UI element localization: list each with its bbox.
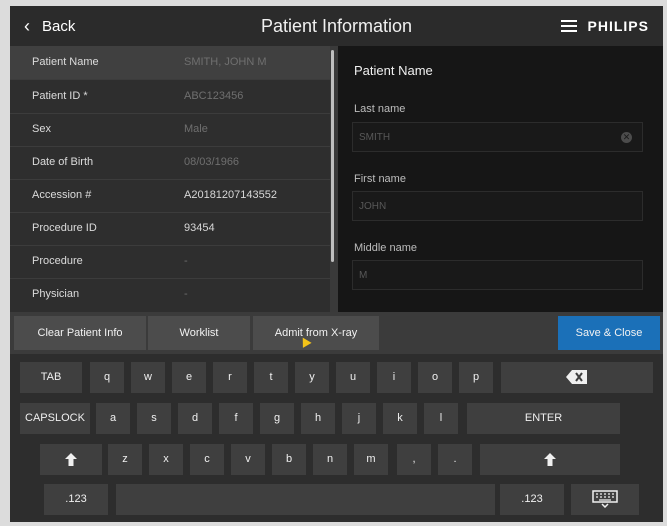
last-name-value: SMITH	[359, 132, 391, 143]
list-item-patient-id[interactable]: Patient ID * ABC123456	[10, 80, 330, 114]
list-item-sex[interactable]: Sex Male	[10, 113, 330, 147]
first-name-field[interactable]: JOHN	[352, 191, 643, 221]
hide-keyboard-key[interactable]	[571, 484, 639, 515]
last-name-label: Last name	[354, 103, 406, 115]
key-j[interactable]: j	[342, 403, 376, 434]
list-item-physician[interactable]: Physician -	[10, 278, 330, 311]
save-close-button[interactable]: Save & Close	[558, 316, 660, 350]
brand-logo: PHILIPS	[587, 18, 649, 34]
field-value: A20181207143552	[184, 189, 277, 201]
shift-icon	[544, 452, 556, 466]
form-title: Patient Name	[354, 63, 433, 78]
clear-field-icon[interactable]: ✕	[621, 132, 632, 143]
field-label: Patient ID *	[32, 90, 88, 102]
action-bar: Clear Patient Info Worklist Admit from X…	[10, 312, 663, 354]
first-name-value: JOHN	[359, 201, 387, 212]
key-m[interactable]: m	[354, 444, 388, 475]
field-label: Accession #	[32, 189, 92, 201]
key-enter[interactable]: ENTER	[467, 403, 620, 434]
app-screen: ‹ Back Patient Information PHILIPS Patie…	[10, 6, 663, 522]
key-x[interactable]: x	[149, 444, 183, 475]
key-r[interactable]: r	[213, 362, 247, 393]
key-comma[interactable]: ,	[397, 444, 431, 475]
clear-patient-info-button[interactable]: Clear Patient Info	[14, 316, 146, 350]
key-f[interactable]: f	[219, 403, 253, 434]
key-u[interactable]: u	[336, 362, 370, 393]
key-n[interactable]: n	[313, 444, 347, 475]
key-p[interactable]: p	[459, 362, 493, 393]
patient-name-form: Patient Name Last name SMITH ✕ First nam…	[338, 46, 663, 312]
last-name-field[interactable]: SMITH ✕	[352, 122, 643, 152]
field-label: Date of Birth	[32, 156, 94, 168]
field-value: 08/03/1966	[184, 156, 240, 168]
field-label: Procedure	[32, 255, 83, 267]
middle-name-value: M	[359, 270, 368, 281]
key-e[interactable]: e	[172, 362, 206, 393]
header-bar: ‹ Back Patient Information PHILIPS	[10, 6, 663, 46]
key-capslock[interactable]: CAPSLOCK	[20, 403, 90, 434]
middle-name-label: Middle name	[354, 242, 417, 254]
shift-key-left[interactable]	[40, 444, 102, 475]
field-value: ABC123456	[184, 90, 244, 102]
field-value: -	[184, 288, 188, 300]
list-scrollbar[interactable]	[331, 50, 334, 262]
field-value: Male	[184, 123, 208, 135]
backspace-icon	[566, 370, 587, 385]
list-item-accession[interactable]: Accession # A20181207143552	[10, 179, 330, 213]
list-item-procedure-id[interactable]: Procedure ID 93454	[10, 212, 330, 246]
shift-key-right[interactable]	[480, 444, 620, 475]
key-w[interactable]: w	[131, 362, 165, 393]
numbers-key-right[interactable]: .123	[500, 484, 564, 515]
key-y[interactable]: y	[295, 362, 329, 393]
key-o[interactable]: o	[418, 362, 452, 393]
list-item-date-of-birth[interactable]: Date of Birth 08/03/1966	[10, 146, 330, 180]
key-g[interactable]: g	[260, 403, 294, 434]
key-a[interactable]: a	[96, 403, 130, 434]
middle-name-field[interactable]: M	[352, 260, 643, 290]
field-value: SMITH, JOHN M	[184, 56, 267, 68]
spacebar[interactable]	[116, 484, 495, 515]
key-h[interactable]: h	[301, 403, 335, 434]
field-value: 93454	[184, 222, 215, 234]
field-label: Procedure ID	[32, 222, 97, 234]
hamburger-menu-icon[interactable]	[561, 20, 577, 32]
key-z[interactable]: z	[108, 444, 142, 475]
shift-icon	[65, 452, 77, 466]
field-label: Patient Name	[32, 56, 99, 68]
field-value: -	[184, 255, 188, 267]
admit-from-xray-button[interactable]: Admit from X-ray	[253, 316, 379, 350]
field-label: Physician	[32, 288, 80, 300]
key-tab[interactable]: TAB	[20, 362, 82, 393]
numbers-key-left[interactable]: .123	[44, 484, 108, 515]
key-k[interactable]: k	[383, 403, 417, 434]
list-item-procedure[interactable]: Procedure -	[10, 245, 330, 279]
worklist-button[interactable]: Worklist	[148, 316, 250, 350]
key-b[interactable]: b	[272, 444, 306, 475]
key-d[interactable]: d	[178, 403, 212, 434]
key-i[interactable]: i	[377, 362, 411, 393]
field-label: Sex	[32, 123, 51, 135]
key-c[interactable]: c	[190, 444, 224, 475]
first-name-label: First name	[354, 173, 406, 185]
list-item-patient-name[interactable]: Patient Name SMITH, JOHN M	[10, 46, 330, 80]
keyboard-hide-icon	[592, 490, 618, 509]
key-l[interactable]: l	[424, 403, 458, 434]
backspace-key[interactable]	[501, 362, 653, 393]
key-v[interactable]: v	[231, 444, 265, 475]
key-t[interactable]: t	[254, 362, 288, 393]
key-s[interactable]: s	[137, 403, 171, 434]
key-period[interactable]: .	[438, 444, 472, 475]
key-q[interactable]: q	[90, 362, 124, 393]
patient-info-list: Patient Name SMITH, JOHN M Patient ID * …	[10, 46, 330, 312]
on-screen-keyboard: TAB q w e r t y u i o p CAPSLOCK a s d f…	[10, 354, 663, 522]
